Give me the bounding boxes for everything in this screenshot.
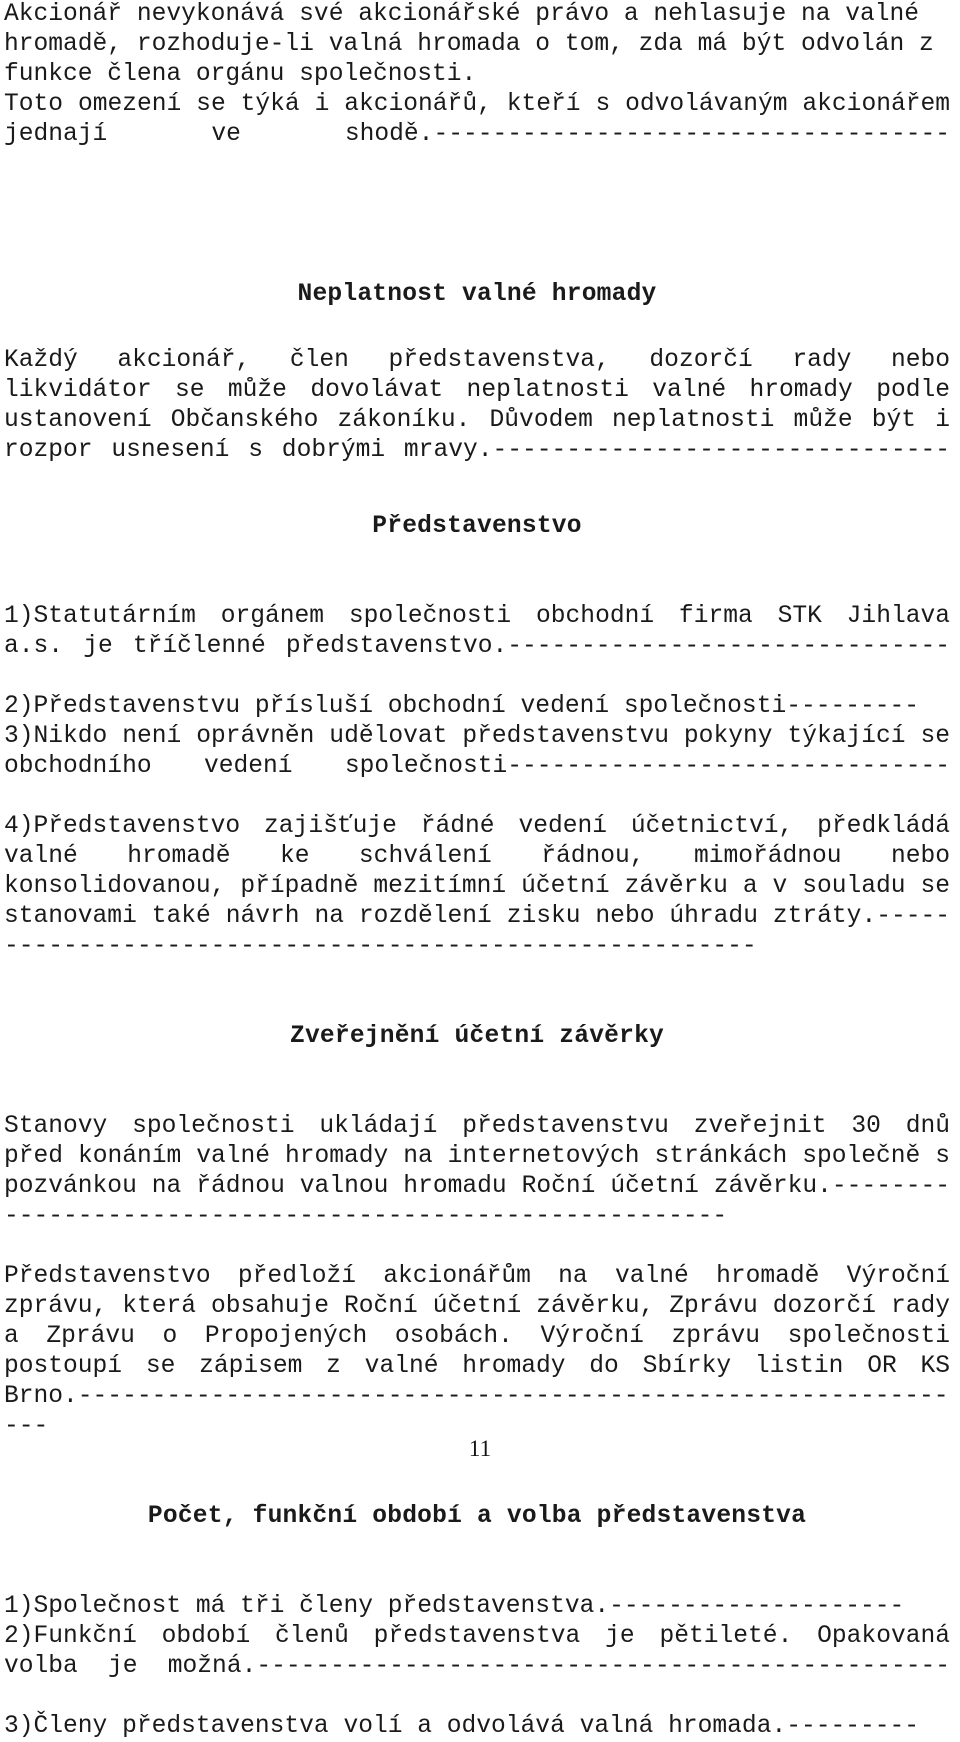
neplatnost-paragraph: Každý akcionář, člen představenstva, doz…: [4, 347, 950, 464]
pocet-item-2: 2)Funkční období členů představenstva je…: [4, 1623, 950, 1680]
zverejneni-paragraph-1: Stanovy společnosti ukládají představens…: [4, 1113, 950, 1230]
heading-zverejneni-ucetni-zaverky: Zveřejnění účetní závěrky: [290, 1023, 664, 1050]
document-page: Akcionář nevykonává své akcionářské práv…: [0, 0, 960, 1740]
page-number: 11: [468, 1436, 492, 1461]
intro-paragraph: Akcionář nevykonává své akcionářské práv…: [4, 1, 934, 88]
predstavenstvo-item-4: 4)Představenstvo zajišťuje řádné vedení …: [4, 813, 950, 960]
predstavenstvo-item-1: 1)Statutárním orgánem společnosti obchod…: [4, 603, 950, 660]
predstavenstvo-item-3: 3)Nikdo není oprávněn udělovat představe…: [4, 723, 950, 780]
pocet-item-3: 3)Členy představenstva volí a odvolává v…: [4, 1713, 920, 1740]
pocet-item-1: 1)Společnost má tři členy představenstva…: [4, 1593, 905, 1620]
heading-neplatnost-valne-hromady: Neplatnost valné hromady: [297, 281, 657, 308]
heading-pocet-funkcni-obdobi-volba: Počet, funkční období a volba představen…: [147, 1503, 807, 1530]
document-body: Akcionář nevykonává své akcionářské práv…: [4, 0, 950, 1742]
intro-paragraph-2: Toto omezení se týká i akcionářů, kteří …: [4, 91, 950, 148]
predstavenstvo-item-2: 2)Představenstvu přísluší obchodní veden…: [4, 693, 920, 720]
heading-predstavenstvo: Představenstvo: [372, 513, 582, 540]
